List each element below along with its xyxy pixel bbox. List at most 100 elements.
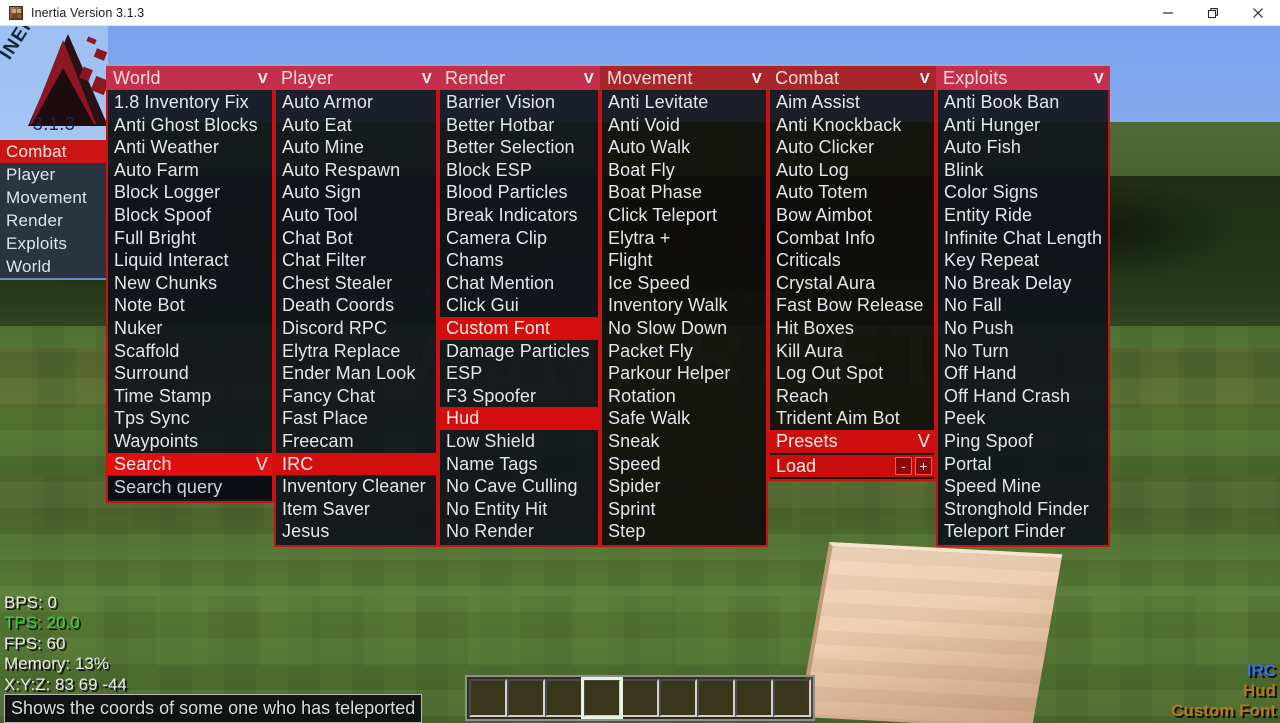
module-item-off-hand[interactable]: Off Hand — [938, 362, 1108, 385]
module-item-f3-spoofer[interactable]: F3 Spoofer — [440, 385, 598, 408]
module-item-no-slow-down[interactable]: No Slow Down — [602, 317, 766, 340]
module-item-elytra-replace[interactable]: Elytra Replace — [276, 340, 436, 363]
category-sidebar[interactable]: Combat Player Movement Render Exploits World — [0, 140, 108, 280]
module-item-log-out-spot[interactable]: Log Out Spot — [770, 362, 934, 385]
module-item-teleport-finder[interactable]: Teleport Finder — [938, 520, 1108, 543]
close-button[interactable] — [1235, 0, 1280, 26]
module-item-full-bright[interactable]: Full Bright — [108, 227, 272, 250]
module-item-waypoints[interactable]: Waypoints — [108, 430, 272, 453]
module-item-ping-spoof[interactable]: Ping Spoof — [938, 430, 1108, 453]
category-item-exploits[interactable]: Exploits — [0, 232, 108, 255]
panel-movement[interactable]: Movement V Anti Levitate Anti Void Auto Walk… — [600, 64, 768, 547]
module-item-1-8-inventory-fix[interactable]: 1.8 Inventory Fix — [108, 91, 272, 114]
module-item-color-signs[interactable]: Color Signs — [938, 181, 1108, 204]
module-item-better-hotbar[interactable]: Better Hotbar — [440, 114, 598, 137]
setting-search-query[interactable]: Search query — [108, 475, 272, 499]
module-item-blood-particles[interactable]: Blood Particles — [440, 181, 598, 204]
module-item-bow-aimbot[interactable]: Bow Aimbot — [770, 204, 934, 227]
module-item-inventory-cleaner[interactable]: Inventory Cleaner — [276, 475, 436, 498]
click-gui[interactable]: INERTIA 3.1.3 Combat Player Movement Render… — [0, 26, 1280, 723]
module-item-note-bot[interactable]: Note Bot — [108, 294, 272, 317]
module-item-fancy-chat[interactable]: Fancy Chat — [276, 385, 436, 408]
module-item-block-spoof[interactable]: Block Spoof — [108, 204, 272, 227]
module-item-entity-ride[interactable]: Entity Ride — [938, 204, 1108, 227]
module-item-hit-boxes[interactable]: Hit Boxes — [770, 317, 934, 340]
module-item-auto-tool[interactable]: Auto Tool — [276, 204, 436, 227]
module-item-no-cave-culling[interactable]: No Cave Culling — [440, 475, 598, 498]
module-item-auto-eat[interactable]: Auto Eat — [276, 114, 436, 137]
module-item-infinite-chat-length[interactable]: Infinite Chat Length — [938, 227, 1108, 250]
module-item-jesus[interactable]: Jesus — [276, 520, 436, 543]
module-item-key-repeat[interactable]: Key Repeat — [938, 249, 1108, 272]
panel-player[interactable]: Player V Auto Armor Auto Eat Auto Mine Auto R… — [274, 64, 438, 547]
module-item-speed[interactable]: Speed — [602, 453, 766, 476]
module-item-parkour-helper[interactable]: Parkour Helper — [602, 362, 766, 385]
category-item-movement[interactable]: Movement — [0, 186, 108, 209]
module-item-peek[interactable]: Peek — [938, 407, 1108, 430]
module-item-low-shield[interactable]: Low Shield — [440, 430, 598, 453]
module-item-ice-speed[interactable]: Ice Speed — [602, 272, 766, 295]
module-item-barrier-vision[interactable]: Barrier Vision — [440, 91, 598, 114]
module-item-no-push[interactable]: No Push — [938, 317, 1108, 340]
module-item-no-entity-hit[interactable]: No Entity Hit — [440, 498, 598, 521]
category-item-render[interactable]: Render — [0, 209, 108, 232]
module-item-damage-particles[interactable]: Damage Particles — [440, 340, 598, 363]
module-item-break-indicators[interactable]: Break Indicators — [440, 204, 598, 227]
module-item-irc[interactable]: IRC — [276, 452, 436, 476]
panel-header-movement[interactable]: Movement V — [600, 64, 768, 90]
module-item-spider[interactable]: Spider — [602, 475, 766, 498]
module-item-death-coords[interactable]: Death Coords — [276, 294, 436, 317]
panel-render[interactable]: Render V Barrier Vision Better Hotbar Better… — [438, 64, 600, 547]
chevron-down-icon[interactable]: V — [258, 70, 268, 87]
panel-exploits[interactable]: Exploits V Anti Book Ban Anti Hunger Auto Fi… — [936, 64, 1110, 547]
module-item-step[interactable]: Step — [602, 520, 766, 543]
module-item-ender-man-look[interactable]: Ender Man Look — [276, 362, 436, 385]
module-item-chat-filter[interactable]: Chat Filter — [276, 249, 436, 272]
module-item-auto-walk[interactable]: Auto Walk — [602, 136, 766, 159]
module-item-anti-ghost-blocks[interactable]: Anti Ghost Blocks — [108, 114, 272, 137]
module-item-off-hand-crash[interactable]: Off Hand Crash — [938, 385, 1108, 408]
module-item-anti-levitate[interactable]: Anti Levitate — [602, 91, 766, 114]
module-item-no-turn[interactable]: No Turn — [938, 340, 1108, 363]
module-item-liquid-interact[interactable]: Liquid Interact — [108, 249, 272, 272]
module-item-freecam[interactable]: Freecam — [276, 430, 436, 453]
module-item-criticals[interactable]: Criticals — [770, 249, 934, 272]
module-item-auto-armor[interactable]: Auto Armor — [276, 91, 436, 114]
module-item-auto-log[interactable]: Auto Log — [770, 159, 934, 182]
module-item-blink[interactable]: Blink — [938, 159, 1108, 182]
module-item-hud[interactable]: Hud — [440, 407, 598, 430]
panel-combat[interactable]: Combat V Aim Assist Anti Knockback Auto Clic… — [768, 64, 936, 481]
preset-load-row[interactable]: Load - + — [770, 454, 934, 477]
module-item-boat-phase[interactable]: Boat Phase — [602, 181, 766, 204]
module-item-discord-rpc[interactable]: Discord RPC — [276, 317, 436, 340]
module-item-crystal-aura[interactable]: Crystal Aura — [770, 272, 934, 295]
module-item-block-logger[interactable]: Block Logger — [108, 181, 272, 204]
module-item-kill-aura[interactable]: Kill Aura — [770, 340, 934, 363]
module-item-speed-mine[interactable]: Speed Mine — [938, 475, 1108, 498]
chevron-down-icon[interactable]: V — [920, 70, 930, 87]
module-item-auto-farm[interactable]: Auto Farm — [108, 159, 272, 182]
module-item-anti-void[interactable]: Anti Void — [602, 114, 766, 137]
module-item-new-chunks[interactable]: New Chunks — [108, 272, 272, 295]
module-item-nuker[interactable]: Nuker — [108, 317, 272, 340]
module-item-no-break-delay[interactable]: No Break Delay — [938, 272, 1108, 295]
module-item-no-render[interactable]: No Render — [440, 520, 598, 543]
module-item-anti-hunger[interactable]: Anti Hunger — [938, 114, 1108, 137]
module-item-auto-sign[interactable]: Auto Sign — [276, 181, 436, 204]
module-item-time-stamp[interactable]: Time Stamp — [108, 385, 272, 408]
module-item-block-esp[interactable]: Block ESP — [440, 159, 598, 182]
module-item-packet-fly[interactable]: Packet Fly — [602, 340, 766, 363]
panel-header-exploits[interactable]: Exploits V — [936, 64, 1110, 90]
module-item-name-tags[interactable]: Name Tags — [440, 453, 598, 476]
module-item-auto-respawn[interactable]: Auto Respawn — [276, 159, 436, 182]
panel-header-player[interactable]: Player V — [274, 64, 438, 90]
module-item-elytra[interactable]: Elytra + — [602, 227, 766, 250]
chevron-down-icon[interactable]: V — [584, 70, 594, 87]
module-item-flight[interactable]: Flight — [602, 249, 766, 272]
module-item-combat-info[interactable]: Combat Info — [770, 227, 934, 250]
panel-header-world[interactable]: World V — [106, 64, 274, 90]
panel-world[interactable]: World V 1.8 Inventory Fix Anti Ghost Blocks… — [106, 64, 274, 503]
chevron-down-icon[interactable]: V — [752, 70, 762, 87]
module-item-rotation[interactable]: Rotation — [602, 385, 766, 408]
module-item-aim-assist[interactable]: Aim Assist — [770, 91, 934, 114]
